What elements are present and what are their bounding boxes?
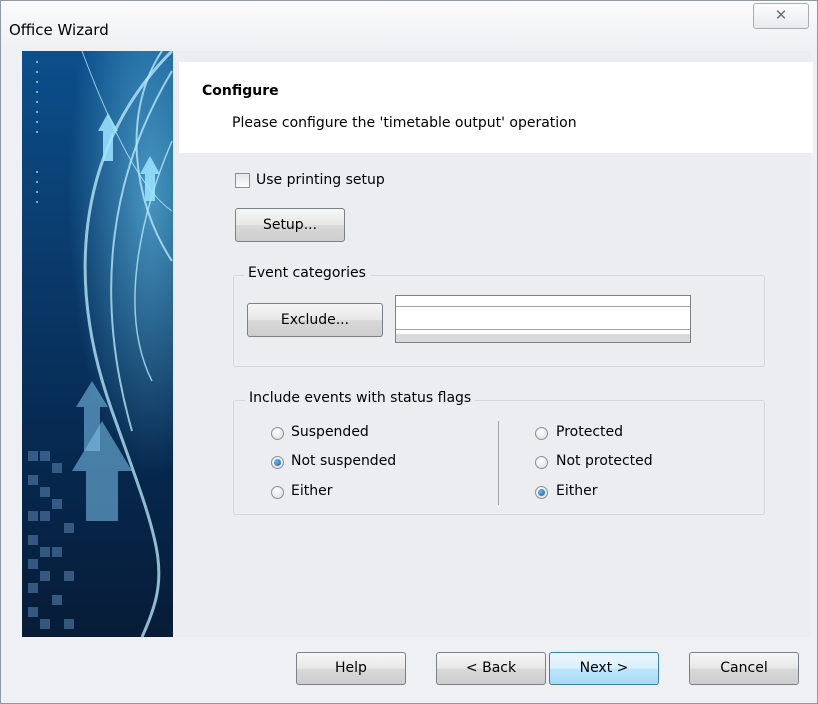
radio-divider	[498, 421, 499, 505]
next-button[interactable]: Next >	[549, 652, 659, 685]
radio-not-protected[interactable]	[535, 456, 548, 469]
radio-not-protected-label[interactable]: Not protected	[556, 453, 653, 469]
list-row-divider	[396, 306, 690, 307]
page-title: Configure	[202, 83, 279, 99]
wizard-content: Configure Please configure the 'timetabl…	[173, 51, 813, 637]
radio-suspension-either-label[interactable]: Either	[291, 483, 332, 499]
page-header: Configure Please configure the 'timetabl…	[179, 62, 813, 153]
close-icon: ✕	[774, 6, 788, 24]
radio-protected[interactable]	[535, 427, 548, 440]
use-printing-setup-label[interactable]: Use printing setup	[256, 172, 385, 188]
list-scroll-area	[396, 334, 690, 342]
radio-suspension-either[interactable]	[271, 486, 284, 499]
back-button[interactable]: < Back	[436, 652, 546, 685]
setup-button[interactable]: Setup...	[235, 208, 345, 242]
list-row-divider	[396, 329, 690, 330]
status-flags-label: Include events with status flags	[245, 390, 476, 406]
use-printing-setup-checkbox[interactable]	[235, 173, 250, 188]
event-categories-label: Event categories	[244, 265, 370, 281]
radio-suspended[interactable]	[271, 427, 284, 440]
radio-not-suspended-label[interactable]: Not suspended	[291, 453, 396, 469]
radio-protection-either-label[interactable]: Either	[556, 483, 597, 499]
page-description: Please configure the 'timetable output' …	[232, 115, 577, 131]
exclude-button[interactable]: Exclude...	[247, 303, 383, 337]
window-title: Office Wizard	[9, 21, 109, 39]
wizard-banner-image	[22, 51, 173, 637]
cancel-button[interactable]: Cancel	[689, 652, 799, 685]
close-button[interactable]: ✕	[753, 3, 809, 29]
wizard-window: Office Wizard ✕ Configure Please configu…	[0, 0, 818, 704]
radio-suspended-label[interactable]: Suspended	[291, 424, 369, 440]
help-button[interactable]: Help	[296, 652, 406, 685]
radio-protected-label[interactable]: Protected	[556, 424, 623, 440]
radio-protection-either[interactable]	[535, 486, 548, 499]
swoosh-arrows-icon	[28, 51, 173, 637]
event-categories-list[interactable]	[395, 295, 691, 343]
radio-not-suspended[interactable]	[271, 456, 284, 469]
title-bar: Office Wizard ✕	[1, 1, 817, 51]
